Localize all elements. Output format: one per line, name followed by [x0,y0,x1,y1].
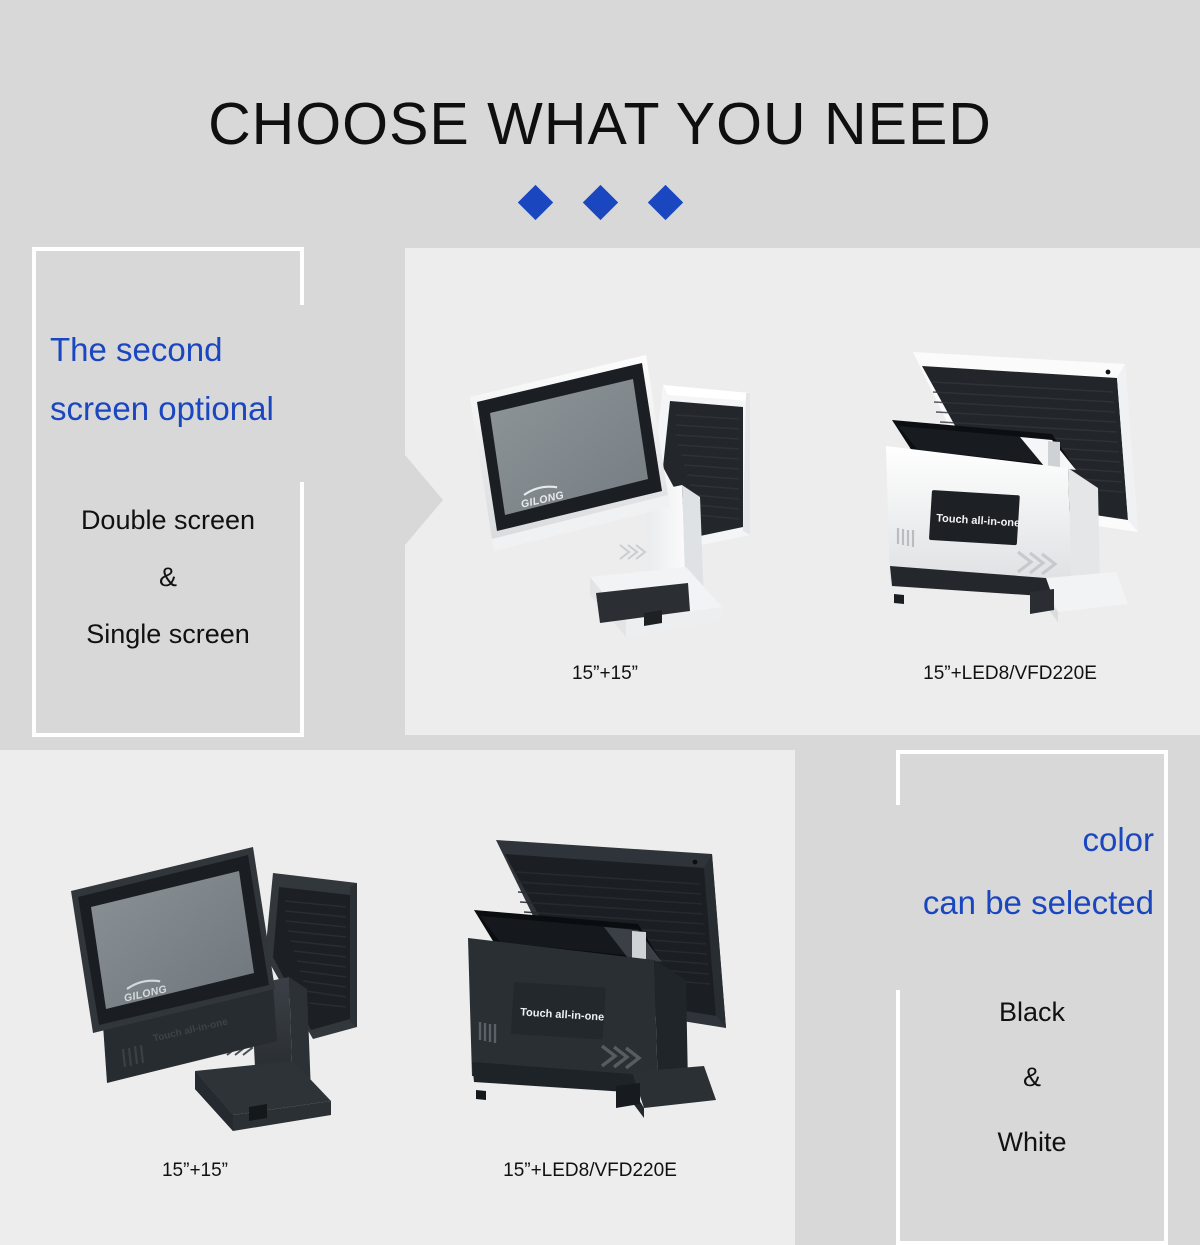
panel-border-right-upper [300,247,304,305]
heading-line-1: The second [50,331,223,368]
panel-border-bottom [896,1241,1168,1245]
color-heading: color can be selected [754,808,1154,934]
panel-border-left-upper [896,750,900,805]
caption-bottom-left: 15”+15” [161,1160,229,1181]
second-screen-text-panel: The second screen optional Double screen… [32,247,304,737]
product-image-black-single-screen: Touch all-in-one [450,832,750,1142]
caption-top-left: 15”+15” [571,663,639,684]
heading-line-2: can be selected [922,884,1154,921]
second-screen-subtext: Double screen & Single screen [32,492,304,663]
panel-border-top [896,750,1168,754]
product-image-black-dual-screen: Touch all-in-one GILONG [45,835,365,1155]
caption-bottom-right: 15”+LED8/VFD220E [503,1160,677,1181]
subtext-line-2: & [158,562,177,592]
panel-border-bottom [32,733,304,737]
diamond-icon [517,184,553,221]
subtext-line-1: Double screen [80,505,256,535]
subtext-line-3: White [997,1127,1067,1157]
heading-line-1: color [1082,821,1154,858]
second-screen-heading: The second screen optional [50,320,410,438]
page-title: CHOOSE WHAT YOU NEED [208,91,992,157]
subtext-line-3: Single screen [86,619,250,649]
diamond-icon [582,184,618,221]
arrow-notch-icon [405,455,443,545]
color-selection-text-panel: color can be selected Black & White [896,750,1168,1245]
diamond-icon [647,184,683,221]
page-header: CHOOSE WHAT YOU NEED [0,0,1200,247]
subtext-line-2: & [1022,1062,1041,1092]
color-subtext: Black & White [896,980,1168,1175]
heading-line-2: screen optional [50,390,274,427]
caption-top-right: 15”+LED8/VFD220E [923,663,1097,684]
product-image-white-single-screen: Touch all-in-one [870,342,1160,642]
panel-border-top [32,247,304,251]
subtext-line-1: Black [998,997,1066,1027]
diamond-divider [0,184,1200,221]
product-image-white-dual-screen: GILONG [450,345,760,655]
